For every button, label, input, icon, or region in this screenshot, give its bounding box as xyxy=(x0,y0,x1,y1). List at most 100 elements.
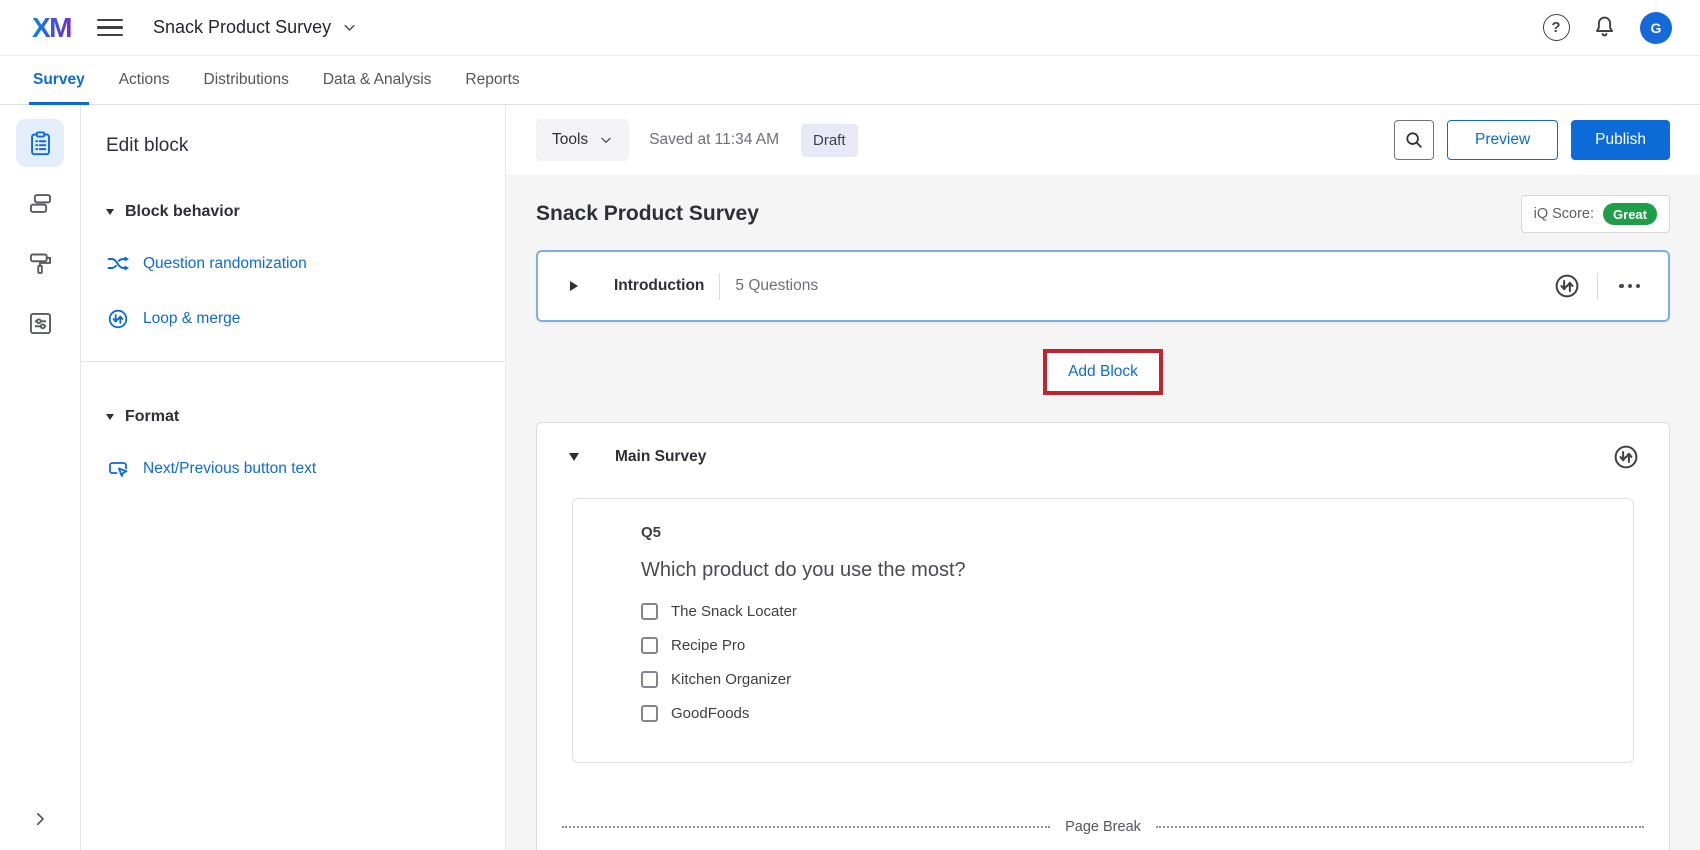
survey-options-sliders-icon xyxy=(27,310,54,337)
rail-item-survey-builder[interactable] xyxy=(16,119,64,167)
question-option: Kitchen Organizer xyxy=(641,671,1593,688)
add-block-row: Add Block xyxy=(536,349,1670,395)
block-name: Main Survey xyxy=(615,448,706,466)
iq-score-widget[interactable]: iQ Score: Great xyxy=(1521,195,1670,233)
next-previous-button-text-link[interactable]: Next/Previous button text xyxy=(106,457,316,481)
loop-icon xyxy=(1611,442,1641,472)
chevron-down-icon xyxy=(342,20,357,35)
section-title: Format xyxy=(125,408,179,426)
block-loop-button[interactable] xyxy=(1552,271,1582,301)
block-name: Introduction xyxy=(614,277,704,295)
help-button[interactable]: ? xyxy=(1536,8,1576,48)
question-option: Recipe Pro xyxy=(641,637,1593,654)
survey-builder-clipboard-icon xyxy=(27,130,54,157)
paint-roller-icon xyxy=(27,250,54,277)
panel-title: Edit block xyxy=(106,135,475,157)
top-bar: XM Snack Product Survey ? G xyxy=(0,0,1700,56)
left-icon-rail xyxy=(0,105,81,850)
main-survey-header[interactable]: Main Survey xyxy=(537,423,1669,491)
tab-distributions[interactable]: Distributions xyxy=(187,56,306,104)
iq-score-label: iQ Score: xyxy=(1534,206,1594,222)
option-label: GoodFoods xyxy=(671,705,749,722)
page-break-label: Page Break xyxy=(1065,819,1141,835)
user-avatar[interactable]: G xyxy=(1640,12,1672,44)
question-id: Q5 xyxy=(641,524,1593,541)
rail-item-survey-options[interactable] xyxy=(16,299,64,347)
option-label: Recipe Pro xyxy=(671,637,745,654)
search-button[interactable] xyxy=(1394,120,1434,160)
tools-dropdown[interactable]: Tools xyxy=(536,119,629,161)
annotation-highlight-box: Add Block xyxy=(1043,349,1163,395)
editor-toolbar: Tools Saved at 11:34 AM Draft Preview Pu… xyxy=(506,105,1700,175)
question-options: The Snack Locater Recipe Pro Kitchen Org… xyxy=(641,603,1593,722)
expand-block-button[interactable] xyxy=(570,281,578,291)
option-label: Kitchen Organizer xyxy=(671,671,791,688)
block-main-survey: Main Survey Q5 Which product do y xyxy=(536,422,1670,850)
question-card-q5[interactable]: Q5 Which product do you use the most? Th… xyxy=(572,498,1634,763)
panel-link-label: Next/Previous button text xyxy=(143,460,316,478)
option-label: The Snack Locater xyxy=(671,603,797,620)
draft-badge: Draft xyxy=(801,124,858,157)
survey-title-row: Snack Product Survey iQ Score: Great xyxy=(536,195,1670,233)
option-checkbox[interactable] xyxy=(641,637,658,654)
shuffle-icon xyxy=(106,252,130,276)
help-icon: ? xyxy=(1543,14,1570,41)
main-column: Tools Saved at 11:34 AM Draft Preview Pu… xyxy=(506,105,1700,850)
notifications-button[interactable] xyxy=(1584,8,1624,48)
button-cursor-icon xyxy=(106,457,130,481)
search-icon xyxy=(1403,129,1425,151)
block-options-menu-button[interactable] xyxy=(1613,278,1646,294)
option-checkbox[interactable] xyxy=(641,705,658,722)
survey-title: Snack Product Survey xyxy=(536,202,759,226)
primary-nav: Survey Actions Distributions Data & Anal… xyxy=(0,56,1700,105)
add-block-button[interactable]: Add Block xyxy=(1047,353,1159,391)
section-title: Block behavior xyxy=(125,203,240,221)
question-option: The Snack Locater xyxy=(641,603,1593,620)
chevron-down-icon xyxy=(599,133,613,147)
loop-icon xyxy=(1552,271,1582,301)
hamburger-menu-icon[interactable] xyxy=(97,18,123,38)
body-row: Edit block Block behavior xyxy=(0,105,1700,850)
survey-canvas: Snack Product Survey iQ Score: Great Int… xyxy=(506,175,1700,850)
chevron-right-icon xyxy=(31,810,49,828)
question-option: GoodFoods xyxy=(641,705,1593,722)
rail-item-survey-flow[interactable] xyxy=(16,179,64,227)
rail-item-look-and-feel[interactable] xyxy=(16,239,64,287)
survey-name-dropdown[interactable]: Snack Product Survey xyxy=(147,16,363,39)
bell-icon xyxy=(1591,14,1618,41)
option-checkbox[interactable] xyxy=(641,671,658,688)
vertical-divider xyxy=(1597,273,1598,300)
question-randomization-link[interactable]: Question randomization xyxy=(106,252,307,276)
loop-icon xyxy=(106,307,130,331)
tools-label: Tools xyxy=(552,131,588,149)
panel-divider xyxy=(81,361,505,362)
tab-survey[interactable]: Survey xyxy=(16,56,102,104)
option-checkbox[interactable] xyxy=(641,603,658,620)
vertical-divider xyxy=(719,273,720,300)
tab-reports[interactable]: Reports xyxy=(448,56,536,104)
xm-logo: XM xyxy=(32,14,71,42)
survey-flow-icon xyxy=(27,190,54,217)
triangle-right-icon xyxy=(570,281,578,291)
publish-button[interactable]: Publish xyxy=(1571,120,1670,160)
question-text: Which product do you use the most? xyxy=(641,559,1593,582)
tab-data-analysis[interactable]: Data & Analysis xyxy=(306,56,449,104)
saved-status: Saved at 11:34 AM xyxy=(649,131,779,149)
page-break: Page Break xyxy=(562,819,1644,835)
loop-and-merge-link[interactable]: Loop & merge xyxy=(106,307,240,331)
app-root: XM Snack Product Survey ? G Survey Actio… xyxy=(0,0,1700,850)
page-break-line xyxy=(1156,826,1644,828)
section-format[interactable]: Format xyxy=(106,408,179,426)
collapse-block-button[interactable] xyxy=(569,453,579,461)
triangle-down-icon xyxy=(569,453,579,461)
block-loop-button[interactable] xyxy=(1611,442,1641,472)
iq-score-badge: Great xyxy=(1603,203,1657,225)
survey-name: Snack Product Survey xyxy=(153,17,331,38)
collapse-triangle-icon xyxy=(106,414,114,420)
block-question-count: 5 Questions xyxy=(735,277,818,295)
tab-actions[interactable]: Actions xyxy=(102,56,187,104)
preview-button[interactable]: Preview xyxy=(1447,120,1558,160)
expand-rail-button[interactable] xyxy=(20,804,60,834)
section-block-behavior[interactable]: Block behavior xyxy=(106,203,240,221)
block-introduction[interactable]: Introduction 5 Questions xyxy=(536,250,1670,322)
